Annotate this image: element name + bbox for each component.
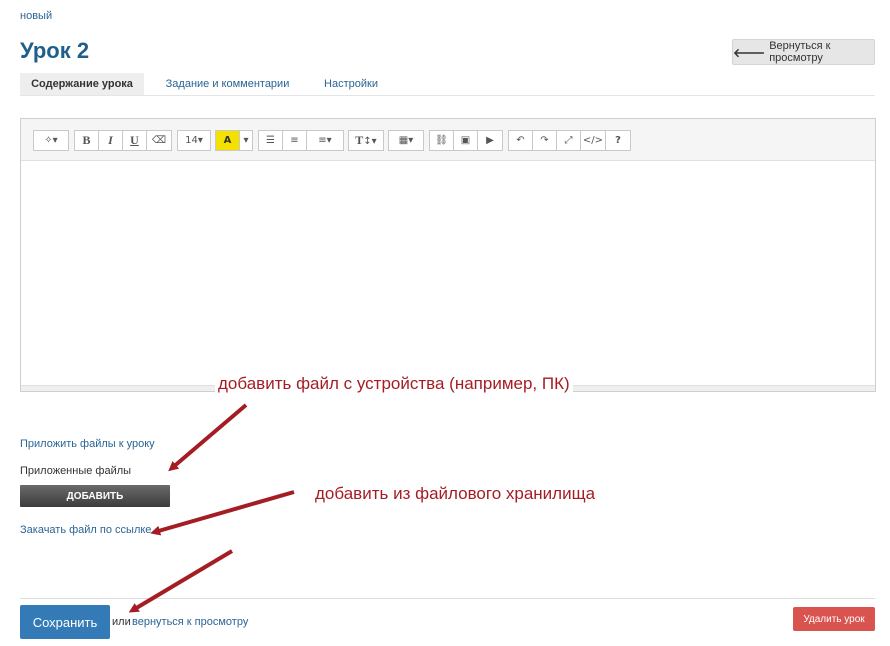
- page-title: Урок 2: [20, 38, 90, 63]
- rich-text-editor: ✧▾ B I U ⌫ 14 ▾ A ▾ ☰ ≡ ≡▾ T↕▾ ▦▾ ⛓ ▣ ▶ …: [20, 118, 876, 392]
- attached-files-label: Приложенные файлы: [20, 465, 132, 477]
- text-height-icon: T↕▾: [355, 133, 377, 147]
- bold-button[interactable]: B: [74, 130, 99, 151]
- video-icon: ▶: [486, 135, 494, 146]
- footer-back-link[interactable]: вернуться к просмотру: [132, 616, 248, 628]
- add-file-button[interactable]: ДОБАВИТЬ: [20, 485, 170, 507]
- highlight-color-button[interactable]: A: [215, 130, 240, 151]
- table-dropdown[interactable]: ▦▾: [388, 130, 424, 151]
- line-height-dropdown[interactable]: T↕▾: [348, 130, 384, 151]
- arrow-left-icon: 🡐: [733, 45, 766, 60]
- link-button[interactable]: ⛓: [429, 130, 454, 151]
- magic-wand-icon: ✧▾: [44, 135, 58, 146]
- back-to-view-label: Вернуться к просмотру: [769, 40, 831, 64]
- numbered-list-icon: ≡: [290, 135, 299, 146]
- form-footer: Сохранить или вернуться к просмотру Удал…: [20, 598, 875, 646]
- font-size-dropdown[interactable]: 14 ▾: [177, 130, 211, 151]
- code-icon: </>: [582, 135, 604, 146]
- arrow-to-url-link: [150, 490, 295, 536]
- fullscreen-icon: ⤢: [564, 135, 573, 146]
- annotation-from-device: добавить файл с устройства (например, ПК…: [215, 374, 573, 394]
- chevron-down-icon: ▾: [243, 135, 249, 146]
- underline-button[interactable]: U: [122, 130, 147, 151]
- back-to-view-button[interactable]: 🡐 Вернуться к просмотру: [732, 39, 875, 65]
- paragraph-align-dropdown[interactable]: ≡▾: [306, 130, 344, 151]
- image-icon: ▣: [460, 135, 471, 146]
- attach-files-link[interactable]: Приложить файлы к уроку: [20, 438, 155, 450]
- code-view-button[interactable]: </>: [580, 130, 606, 151]
- bullet-list-button[interactable]: ☰: [258, 130, 283, 151]
- save-button[interactable]: Сохранить: [20, 605, 110, 639]
- undo-button[interactable]: ↶: [508, 130, 533, 151]
- tab-assignment-comments[interactable]: Задание и комментарии: [160, 73, 295, 95]
- clear-format-button[interactable]: ⌫: [146, 130, 172, 151]
- editor-content-area[interactable]: [21, 161, 875, 385]
- bullet-list-icon: ☰: [266, 135, 275, 146]
- or-text: или: [112, 616, 131, 628]
- table-icon: ▦▾: [398, 135, 414, 146]
- delete-lesson-button[interactable]: Удалить урок: [793, 607, 875, 631]
- highlight-color-dropdown[interactable]: ▾: [239, 130, 253, 151]
- image-button[interactable]: ▣: [453, 130, 478, 151]
- redo-icon: ↷: [540, 135, 549, 146]
- undo-icon: ↶: [516, 135, 525, 146]
- arrow-to-add-button: [168, 403, 248, 472]
- editor-toolbar: ✧▾ B I U ⌫ 14 ▾ A ▾ ☰ ≡ ≡▾ T↕▾ ▦▾ ⛓ ▣ ▶ …: [21, 119, 875, 161]
- align-icon: ≡▾: [318, 135, 332, 146]
- font-size-value: 14: [185, 135, 198, 146]
- numbered-list-button[interactable]: ≡: [282, 130, 307, 151]
- redo-button[interactable]: ↷: [532, 130, 557, 151]
- eraser-icon: ⌫: [151, 135, 167, 146]
- fullscreen-button[interactable]: ⤢: [556, 130, 581, 151]
- tab-settings[interactable]: Настройки: [316, 73, 386, 95]
- style-dropdown[interactable]: ✧▾: [33, 130, 69, 151]
- annotation-from-storage: добавить из файлового хранилища: [312, 484, 599, 504]
- breadcrumb[interactable]: новый: [20, 10, 52, 22]
- tab-bar: Содержание урока Задание и комментарии Н…: [20, 73, 875, 96]
- upload-by-url-link[interactable]: Закачать файл по ссылке: [20, 524, 151, 536]
- tab-lesson-content[interactable]: Содержание урока: [20, 73, 144, 95]
- link-icon: ⛓: [435, 135, 448, 146]
- help-button[interactable]: ?: [605, 130, 631, 151]
- video-button[interactable]: ▶: [477, 130, 503, 151]
- italic-button[interactable]: I: [98, 130, 123, 151]
